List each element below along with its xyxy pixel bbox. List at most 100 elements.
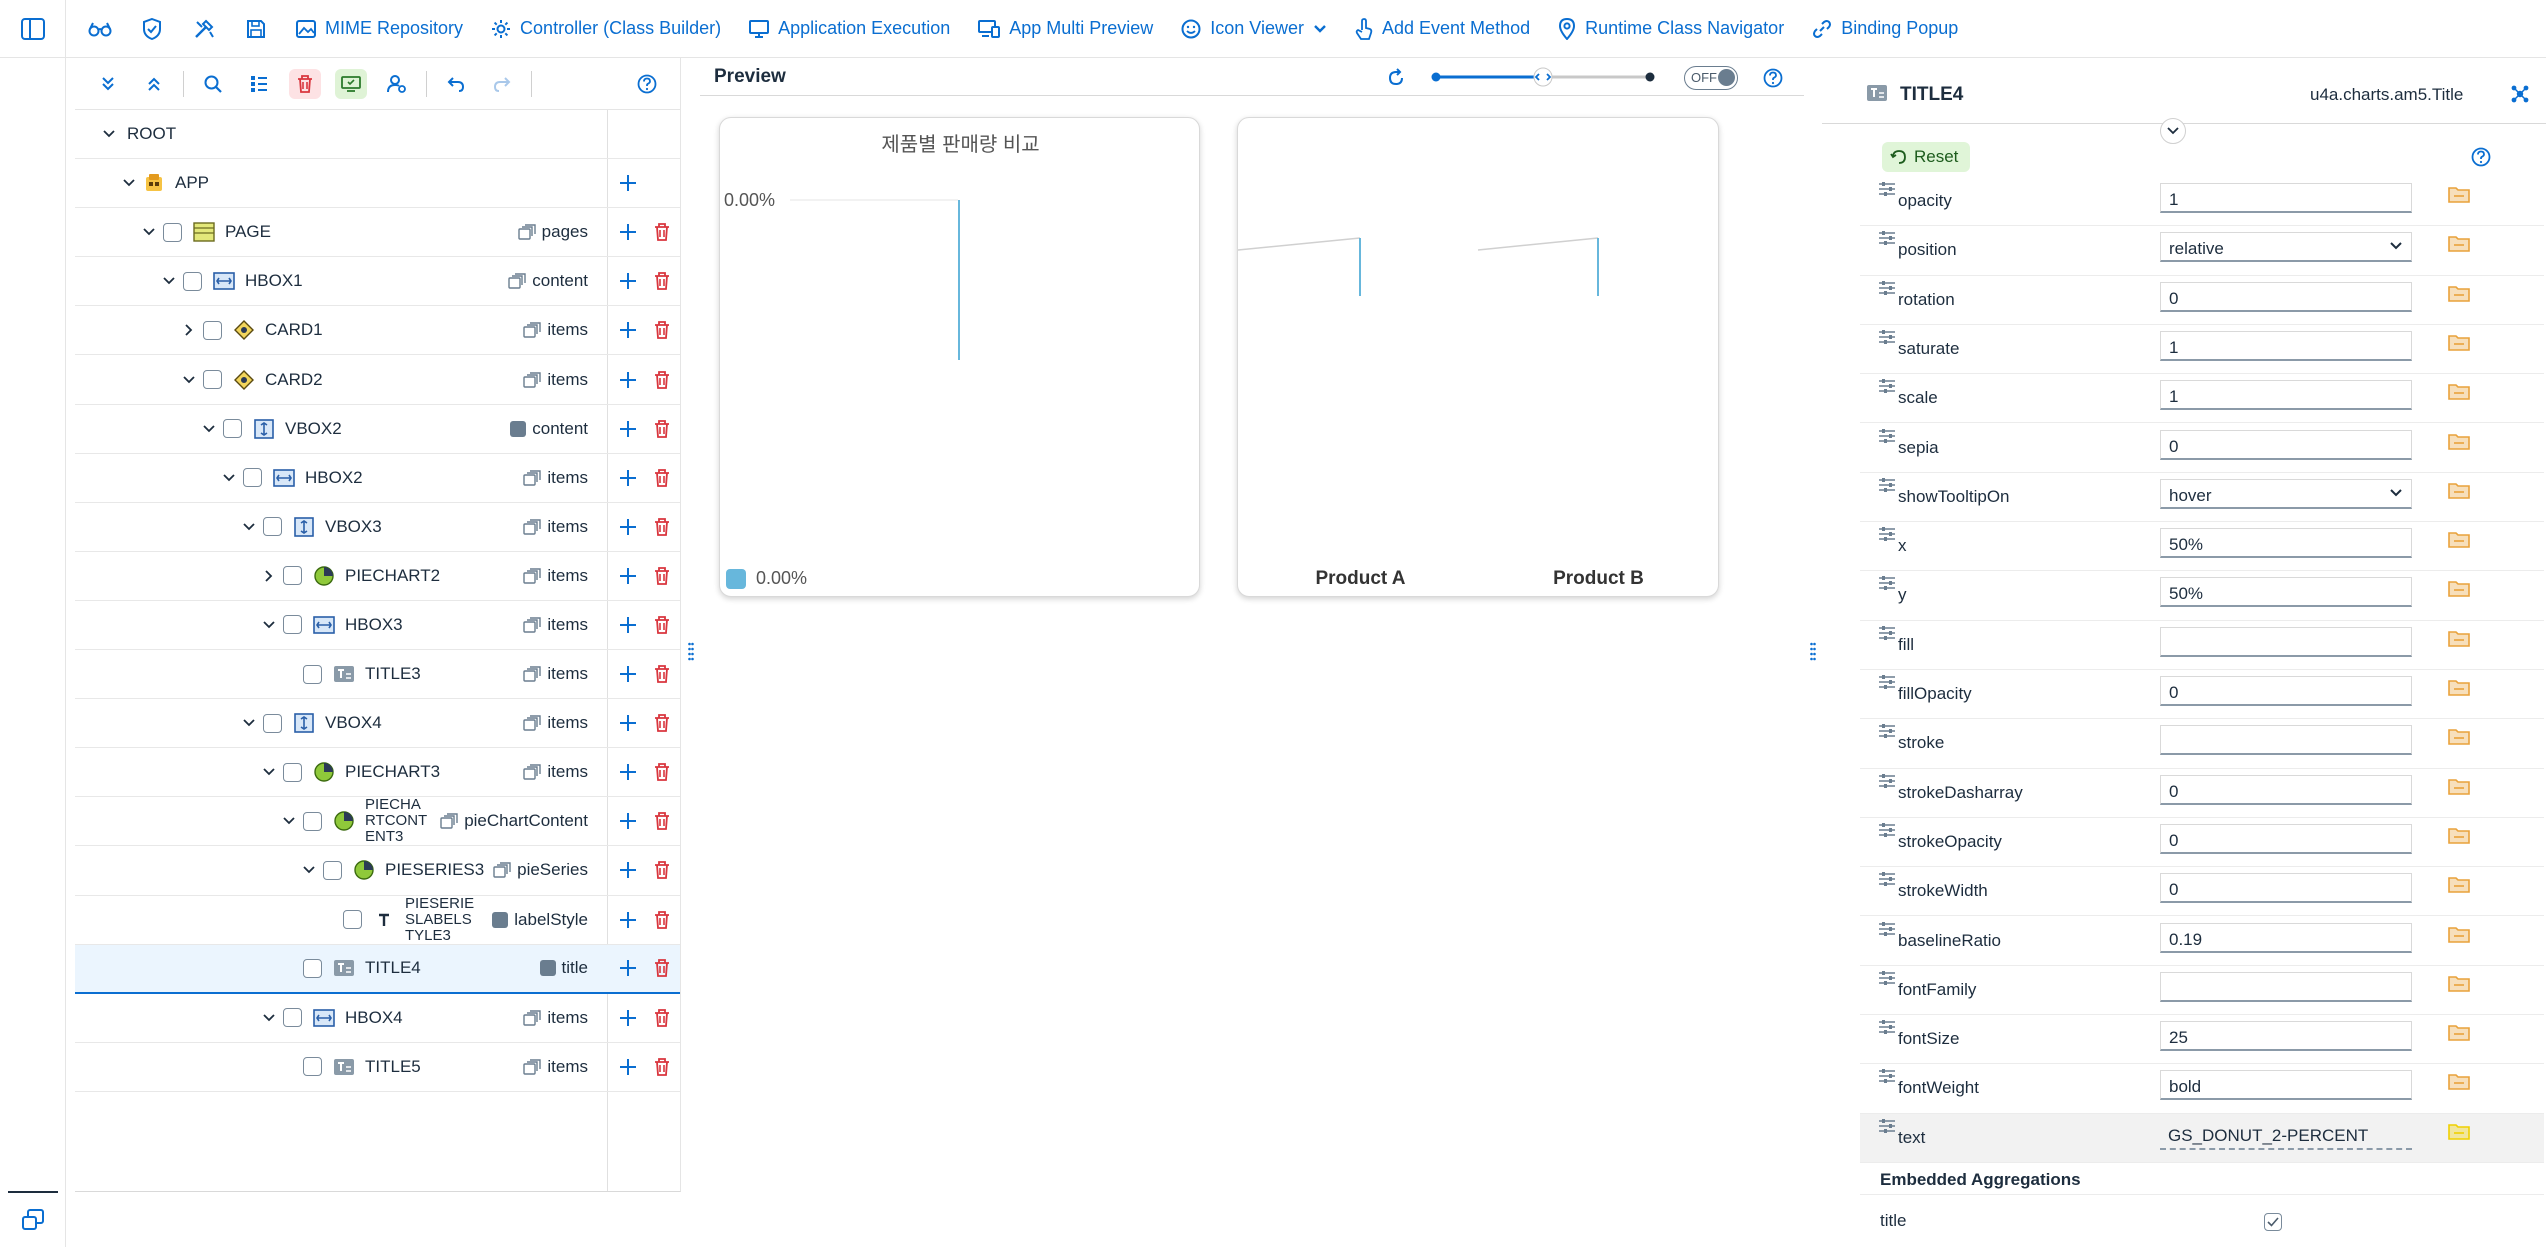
binding-button[interactable]: [2448, 530, 2470, 548]
collapse-node-icon[interactable]: [161, 273, 177, 289]
undo-button[interactable]: [433, 64, 479, 104]
tree-row-checkbox[interactable]: [203, 320, 222, 340]
delete-node-button[interactable]: [647, 315, 677, 345]
delete-node-button[interactable]: [647, 659, 677, 689]
collapse-node-icon[interactable]: [241, 519, 257, 535]
collapse-node-icon[interactable]: [241, 715, 257, 731]
tree-delete-button[interactable]: [282, 64, 328, 104]
tree-row[interactable]: VBOX2 content: [75, 405, 680, 454]
add-child-button[interactable]: [613, 365, 643, 395]
tree-row-checkbox[interactable]: [203, 370, 222, 390]
delete-node-button[interactable]: [647, 512, 677, 542]
delete-node-button[interactable]: [647, 217, 677, 247]
binding-button[interactable]: [2448, 432, 2470, 450]
binding-button[interactable]: [2448, 727, 2470, 746]
collapse-node-icon[interactable]: [181, 372, 197, 388]
property-input-fontWeight[interactable]: bold: [2160, 1070, 2412, 1101]
tree-list-button[interactable]: [236, 64, 282, 104]
property-help-button[interactable]: [2468, 144, 2494, 170]
add-child-button[interactable]: [613, 463, 643, 493]
tree-row-checkbox[interactable]: [343, 910, 362, 930]
mime-repository-button[interactable]: MIME Repository: [282, 9, 477, 49]
binding-button[interactable]: [2448, 579, 2470, 598]
tree-row-checkbox[interactable]: [283, 1008, 302, 1028]
add-child-button[interactable]: [613, 1052, 643, 1082]
legend-item[interactable]: 0.00%: [726, 568, 807, 589]
binding-button[interactable]: [2448, 777, 2470, 795]
glasses-button[interactable]: [74, 9, 126, 49]
expand-all-button[interactable]: [85, 64, 131, 104]
collapse-node-icon[interactable]: [141, 224, 157, 240]
redo-button[interactable]: [479, 64, 525, 104]
delete-node-button[interactable]: [647, 757, 677, 787]
preview-toggle[interactable]: OFF: [1684, 66, 1738, 90]
binding-button[interactable]: [2448, 333, 2470, 351]
binding-button[interactable]: [2448, 481, 2470, 499]
tree-row-checkbox[interactable]: [283, 615, 302, 635]
collapse-node-icon[interactable]: [221, 470, 237, 486]
property-input-text[interactable]: GS_DONUT_2-PERCENT: [2160, 1120, 2412, 1150]
zoom-slider[interactable]: [1428, 66, 1658, 88]
tree-row[interactable]: CARD2 items: [75, 355, 680, 405]
add-child-button[interactable]: [613, 855, 643, 885]
property-input-saturate[interactable]: 1: [2160, 330, 2412, 361]
controller-class-builder-button[interactable]: Controller (Class Builder): [477, 9, 735, 49]
delete-node-button[interactable]: [647, 1003, 677, 1033]
collapse-node-icon[interactable]: [261, 617, 277, 633]
delete-node-button[interactable]: [647, 708, 677, 738]
tree-row[interactable]: TITLE4 title: [75, 944, 680, 994]
sidebar-toggle-button[interactable]: [0, 0, 66, 58]
delete-node-button[interactable]: [647, 414, 677, 444]
tree-row-checkbox[interactable]: [283, 566, 302, 586]
delete-node-button[interactable]: [647, 855, 677, 885]
add-child-button[interactable]: [613, 561, 643, 591]
left-splitter-handle[interactable]: [686, 638, 696, 666]
class-info-button[interactable]: [2510, 84, 2530, 109]
binding-button[interactable]: [2448, 185, 2470, 203]
tree-row-checkbox[interactable]: [263, 517, 282, 537]
tree-row[interactable]: PIECHART2 items: [75, 552, 680, 601]
tree-row[interactable]: PAGE pages: [75, 208, 680, 258]
expand-node-icon[interactable]: [181, 322, 197, 338]
expand-node-icon[interactable]: [261, 568, 277, 584]
delete-node-button[interactable]: [647, 905, 677, 935]
add-child-button[interactable]: [613, 905, 643, 935]
tree-row-checkbox[interactable]: [303, 1057, 322, 1077]
delete-node-button[interactable]: [647, 463, 677, 493]
delete-node-button[interactable]: [647, 365, 677, 395]
tree-row[interactable]: TITLE5 items: [75, 1043, 680, 1092]
delete-node-button[interactable]: [647, 953, 677, 983]
tree-help-button[interactable]: [624, 64, 670, 104]
collapse-all-button[interactable]: [131, 64, 177, 104]
binding-popup-button[interactable]: Binding Popup: [1798, 9, 1972, 49]
tree-user-button[interactable]: [374, 64, 420, 104]
property-select-position[interactable]: relative: [2160, 232, 2412, 263]
tree-row[interactable]: PIECHA RTCONT ENT3 pieChartContent: [75, 797, 680, 847]
application-execution-button[interactable]: Application Execution: [735, 9, 964, 49]
add-child-button[interactable]: [613, 168, 643, 198]
add-child-button[interactable]: [613, 953, 643, 983]
binding-button[interactable]: [2448, 382, 2470, 400]
add-child-button[interactable]: [613, 512, 643, 542]
collapse-node-icon[interactable]: [121, 175, 137, 191]
delete-node-button[interactable]: [647, 806, 677, 836]
add-child-button[interactable]: [613, 708, 643, 738]
property-input-fill[interactable]: [2160, 626, 2412, 657]
binding-button[interactable]: [2448, 284, 2470, 302]
tree-row[interactable]: VBOX3 items: [75, 503, 680, 552]
binding-button[interactable]: [2448, 974, 2470, 992]
tree-search-button[interactable]: [190, 64, 236, 104]
tree-row[interactable]: PIECHART3 items: [75, 748, 680, 798]
property-input-baselineRatio[interactable]: 0.19: [2160, 922, 2412, 953]
reset-button[interactable]: Reset: [1882, 142, 1971, 172]
binding-button[interactable]: [2448, 875, 2470, 893]
tree-row-checkbox[interactable]: [263, 713, 282, 733]
property-input-rotation[interactable]: 0: [2160, 281, 2412, 312]
tree-row[interactable]: HBOX2 items: [75, 454, 680, 503]
delete-node-button[interactable]: [647, 1052, 677, 1082]
refresh-button[interactable]: [1382, 64, 1410, 92]
tree-row-checkbox[interactable]: [243, 468, 262, 488]
tree-row-checkbox[interactable]: [303, 664, 322, 684]
property-input-strokeDasharray[interactable]: 0: [2160, 774, 2412, 805]
binding-button[interactable]: [2448, 234, 2470, 253]
